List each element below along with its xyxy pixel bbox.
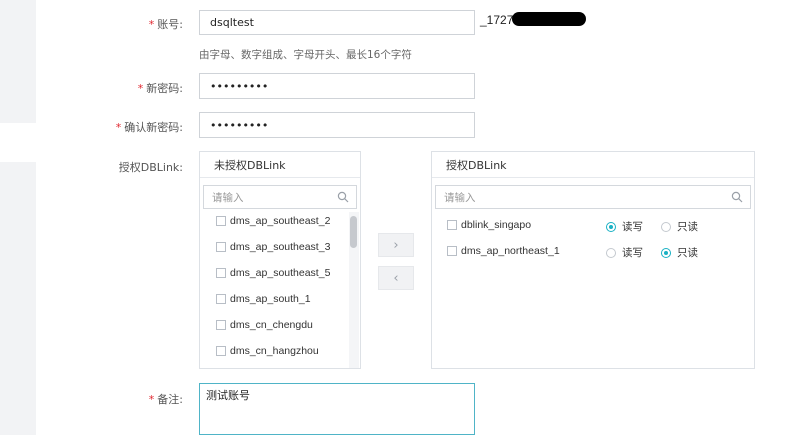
- account-value: dsqltest: [210, 16, 254, 29]
- unauthorized-scrollbar[interactable]: [349, 212, 359, 368]
- authorized-item-label: dblink_singapo: [461, 219, 532, 231]
- unauthorized-title: 未授权DBLink: [200, 152, 360, 178]
- confirm-password-input[interactable]: •••••••••: [199, 112, 475, 138]
- checkbox[interactable]: [216, 216, 226, 226]
- checkbox[interactable]: [447, 220, 457, 230]
- account-hint: 由字母、数字组成、字母开头、最长16个字符: [199, 49, 412, 61]
- sidebar-strip-top: [0, 0, 36, 123]
- new-password-input[interactable]: •••••••••: [199, 73, 475, 99]
- checkbox[interactable]: [216, 268, 226, 278]
- authorized-title: 授权DBLink: [432, 152, 754, 178]
- authorized-panel: 授权DBLink: [431, 151, 755, 369]
- list-item-label: dms_ap_southeast_5: [230, 267, 331, 279]
- scrollbar-thumb[interactable]: [350, 216, 357, 248]
- list-item-label: dms_ap_southeast_3: [230, 241, 331, 253]
- chevron-right-icon: ›: [393, 237, 399, 253]
- list-item[interactable]: dms_cn_chengdu: [216, 319, 313, 331]
- list-item[interactable]: dms_ap_southeast_2: [216, 215, 330, 227]
- radio-read-write[interactable]: [606, 221, 616, 232]
- list-item-label: dms_cn_hangzhou: [230, 345, 319, 357]
- list-item[interactable]: dms_ap_southeast_3: [216, 241, 330, 253]
- authorize-label: 授权DBLink:: [118, 161, 183, 174]
- move-left-button[interactable]: ‹: [378, 266, 414, 290]
- checkbox[interactable]: [447, 246, 457, 256]
- radio-label: 读写: [622, 221, 643, 233]
- search-icon: [731, 191, 743, 203]
- list-item[interactable]: dms_cn_hangzhou: [216, 345, 319, 357]
- list-item-label: dms_ap_south_1: [230, 293, 311, 305]
- search-icon: [337, 191, 349, 203]
- list-item-label: dms_cn_chengdu: [230, 319, 313, 331]
- unauthorized-search-input[interactable]: 请输入: [203, 185, 357, 209]
- unauthorized-search-placeholder: 请输入: [212, 191, 244, 204]
- confirm-password-label: * 确认新密码:: [115, 121, 183, 134]
- authorized-item[interactable]: dblink_singapo: [447, 219, 531, 231]
- authorized-search-input[interactable]: 请输入: [435, 185, 751, 209]
- radio-label: 只读: [677, 247, 698, 259]
- permission-radio-group: 读写 只读: [606, 245, 716, 260]
- confirm-password-value: •••••••••: [210, 118, 269, 132]
- list-item[interactable]: dms_ap_south_1: [216, 293, 311, 305]
- chevron-left-icon: ‹: [393, 270, 399, 286]
- remark-textarea[interactable]: 测试账号: [199, 383, 475, 435]
- unauthorized-panel: 未授权DBLink: [199, 151, 361, 369]
- permission-radio-group: 读写 只读: [606, 219, 716, 234]
- checkbox[interactable]: [216, 320, 226, 330]
- radio-label: 读写: [622, 247, 643, 259]
- remark-label: * 备注:: [148, 393, 183, 406]
- sidebar-strip-bottom: [0, 162, 36, 435]
- account-input[interactable]: dsqltest: [199, 10, 475, 35]
- checkbox[interactable]: [216, 242, 226, 252]
- new-password-value: •••••••••: [210, 79, 269, 93]
- new-password-label: * 新密码:: [137, 82, 183, 95]
- authorized-item[interactable]: dms_ap_northeast_1: [447, 245, 560, 257]
- radio-label: 只读: [677, 221, 698, 233]
- radio-read-write[interactable]: [606, 247, 616, 258]
- list-item[interactable]: dms_ap_southeast_5: [216, 267, 330, 279]
- redaction-mark: [512, 12, 586, 26]
- checkbox[interactable]: [216, 294, 226, 304]
- move-right-button[interactable]: ›: [378, 233, 414, 257]
- radio-read-only[interactable]: [661, 221, 671, 232]
- checkbox[interactable]: [216, 346, 226, 356]
- list-item-label: dms_ap_southeast_2: [230, 215, 331, 227]
- remark-value: 测试账号: [206, 389, 250, 402]
- authorized-search-placeholder: 请输入: [444, 191, 476, 204]
- authorized-item-label: dms_ap_northeast_1: [461, 245, 560, 257]
- radio-read-only[interactable]: [661, 247, 671, 258]
- account-label: * 账号:: [148, 18, 183, 31]
